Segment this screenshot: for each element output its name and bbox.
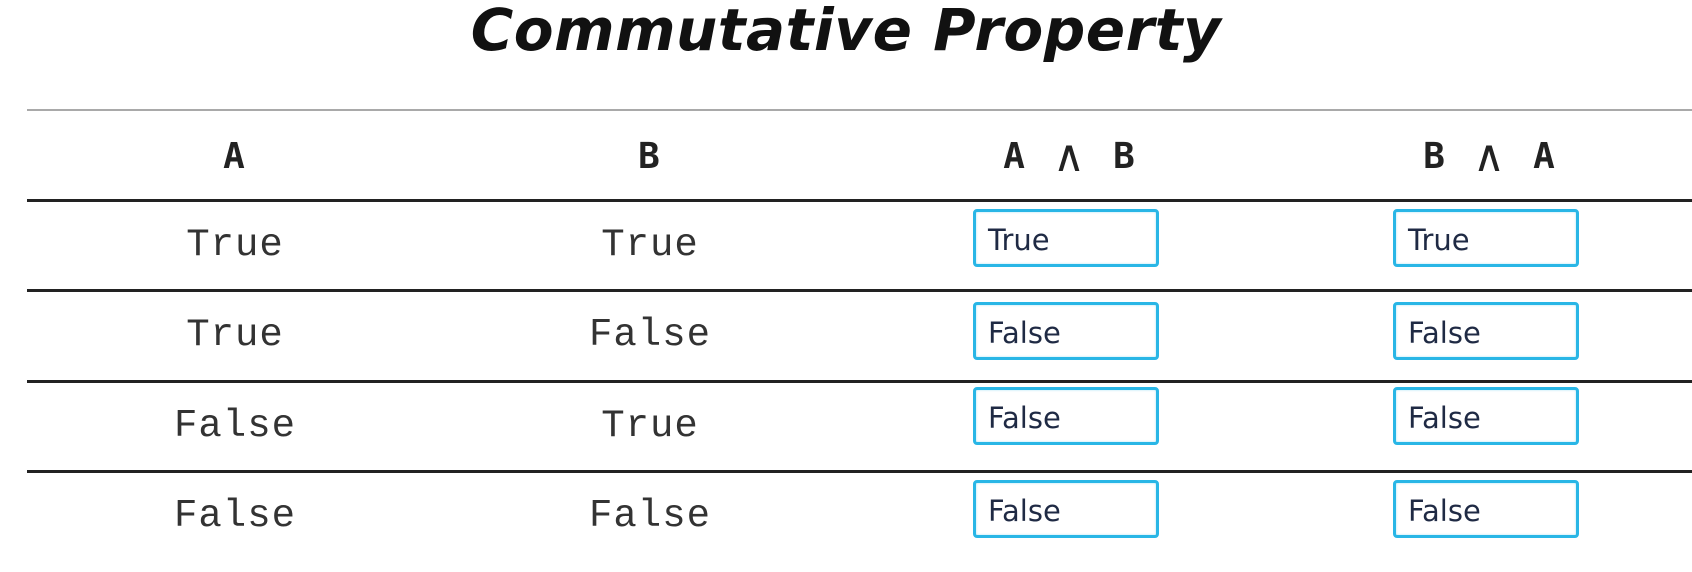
row-4-a-value: False	[173, 494, 297, 538]
row-4-a-and-b-answer: False	[988, 494, 1061, 528]
row-2-b-and-a-input[interactable]: False	[1393, 302, 1579, 360]
header-a-and-b-left: A	[1003, 135, 1027, 177]
row-2-a-and-b-answer: False	[988, 316, 1061, 350]
table-top-rule	[27, 109, 1692, 111]
row-1-b-value: True	[601, 223, 699, 267]
header-a-and-b: A ∧ B	[870, 116, 1270, 196]
row-4-b-and-a-input[interactable]: False	[1393, 480, 1579, 538]
row-2-b-value: False	[588, 313, 712, 357]
row-3-a-value: False	[173, 404, 297, 448]
page-title: Commutative Property	[470, 0, 1222, 64]
row-3-b-and-a-answer: False	[1408, 401, 1481, 435]
row-3-b-and-a-input[interactable]: False	[1393, 387, 1579, 445]
row-4-b-and-a-answer: False	[1408, 494, 1481, 528]
row-1-b-and-a-input[interactable]: True	[1393, 209, 1579, 267]
row-2-a-and-b-input[interactable]: False	[973, 302, 1159, 360]
row-2-b-and-a-answer: False	[1408, 316, 1481, 350]
row-3-a-and-b-input[interactable]: False	[973, 387, 1159, 445]
header-a-and-b-right: B	[1113, 135, 1137, 177]
header-b-and-a-right: A	[1533, 135, 1557, 177]
row-1-b-and-a-answer: True	[1408, 223, 1470, 257]
header-b-and-a-left: B	[1423, 135, 1447, 177]
header-b-and-a: B ∧ A	[1290, 116, 1690, 196]
header-b: B	[638, 135, 662, 177]
row-3-b-value: True	[601, 404, 699, 448]
row-3-a-and-b-answer: False	[988, 401, 1061, 435]
and-operator-symbol: ∧	[1052, 130, 1088, 182]
row-4-b-value: False	[588, 494, 712, 538]
row-1-a-and-b-answer: True	[988, 223, 1050, 257]
row-1-a-and-b-input[interactable]: True	[973, 209, 1159, 267]
header-a: A	[223, 135, 247, 177]
row-2-a-value: True	[186, 313, 284, 357]
row-4-a-and-b-input[interactable]: False	[973, 480, 1159, 538]
and-operator-symbol: ∧	[1472, 130, 1508, 182]
row-1-a-value: True	[186, 223, 284, 267]
